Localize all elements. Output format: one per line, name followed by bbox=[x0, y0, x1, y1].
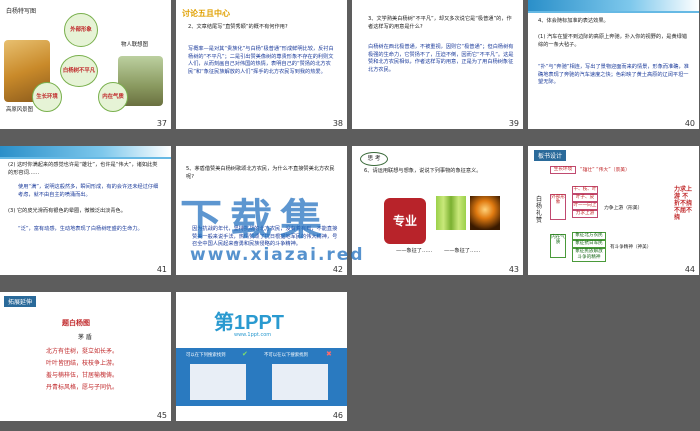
box-outer: 外部形象 bbox=[550, 194, 566, 220]
slide-number: 39 bbox=[508, 119, 519, 128]
label-grand: “雄壮” “伟大”（景美） bbox=[580, 168, 630, 173]
slide-number: 45 bbox=[156, 411, 167, 420]
slide-title: 板书设计 bbox=[534, 150, 567, 161]
slide-37[interactable]: 白杨特写图 外部形象 白杨树不平凡 生长环境 内在气质 高原风景图 物人联想图 … bbox=[0, 0, 171, 129]
label-plateau: 高原风景图 bbox=[6, 107, 33, 113]
watermark-url: www.xiazai.red bbox=[190, 245, 365, 265]
section-title: 拓展延伸 bbox=[4, 296, 37, 307]
slide-number: 44 bbox=[684, 265, 695, 274]
logo: 第1PPT bbox=[214, 312, 285, 334]
slide-39[interactable]: 3、文学熟美白杨树“不平凡”，却又多次说它是“极普通”的，作者这样写的用意是什么… bbox=[352, 0, 523, 129]
slide-46[interactable]: 第1PPT www.1ppt.com 可以在下列搜索找到 不可以在以下搜索找到 … bbox=[176, 292, 347, 421]
check-icon: ✔ bbox=[242, 350, 248, 358]
slide-number: 46 bbox=[332, 411, 343, 420]
symbol-label-1: ——象征了…… bbox=[396, 248, 433, 254]
slide-45[interactable]: 拓展延伸 题白杨图 茅 盾 北方有佳树，挺立如长矛。 叶叶皆团结，枝枝争上游。 … bbox=[0, 292, 171, 421]
poem-line-3: 羞与楠梓伍，甘居榆槐俦。 bbox=[46, 372, 119, 379]
screenshot-left bbox=[190, 364, 246, 400]
item-2: 使用“满”，说明这般然多，瞬间形成，有的会许还未经过仔细考虑，就不由自主的喷涌而… bbox=[18, 184, 159, 198]
slide-38[interactable]: 讨论五且中心 2、文章结尾写“直赞秀颖”的概不有何作用? 写概率—是对其“贵族化… bbox=[176, 0, 347, 129]
box-strive: 力求上游 bbox=[572, 210, 598, 218]
box-upward: 叶一一向上 bbox=[572, 202, 598, 210]
think-bubble: 思 考 bbox=[360, 152, 388, 166]
item-1: (1) 汽车在望不到边际的高原上奔驰，扑入你的视野的，是黄绿错综的一条大毡子。 bbox=[538, 34, 688, 48]
note-cannot: 不可以在以下搜索找到 bbox=[264, 353, 308, 358]
oval-outer-image: 外部形象 bbox=[64, 13, 98, 47]
slide-title: 白杨特写图 bbox=[6, 8, 37, 15]
box-symbol-2: 象征抗日军民 bbox=[572, 240, 606, 248]
bamboo-image bbox=[436, 196, 466, 230]
question: 6、请运用联想与想象，说说下列事物的象征意义。 bbox=[364, 168, 482, 174]
label-form: 力争上游（形美） bbox=[604, 206, 643, 211]
screenshot-right bbox=[272, 364, 328, 400]
item-3: (3) 它的皮光滑而有银色的晕圈，微微泛出淡青色。 bbox=[8, 208, 126, 214]
oval-environment: 生长环境 bbox=[32, 82, 62, 112]
slide-41[interactable]: (2) 这时你满起来的感觉也许是“雄壮”，也许是“伟大”，诸如此类的形容词…… … bbox=[0, 146, 171, 275]
poem-line-4: 丹青标风格，愿与子同仇。 bbox=[46, 384, 119, 391]
slide-number: 37 bbox=[156, 119, 167, 128]
box-symbol-1: 象征北方农民 bbox=[572, 232, 606, 240]
poem-title: 题白杨图 bbox=[62, 319, 90, 327]
poem-line-2: 叶叶皆团结，枝枝争上游。 bbox=[46, 360, 119, 367]
candle-image bbox=[470, 196, 500, 230]
poem-line-1: 北方有佳树，挺立如长矛。 bbox=[46, 348, 119, 355]
label-spirit: 有斗争精神（神美） bbox=[610, 245, 652, 250]
item-2: “扑”与“奔驰”相连，写出了景物迎面而来的情景，形象而准确，准确地表现了奔驰的汽… bbox=[538, 64, 689, 86]
slide-number: 40 bbox=[684, 119, 695, 128]
slide-number: 42 bbox=[332, 265, 343, 274]
slide-number: 38 bbox=[332, 119, 343, 128]
seal-image: 专业 bbox=[384, 198, 426, 244]
oval-temperament: 内在气质 bbox=[98, 82, 128, 112]
slide-number: 41 bbox=[156, 265, 167, 274]
poem-author: 茅 盾 bbox=[78, 334, 92, 341]
item-4: “泛”，富有动感，生动地表现了白杨树旺盛的生命力。 bbox=[18, 226, 143, 232]
box-trunk: 干、枝、叶 bbox=[572, 186, 598, 194]
answer: 写概率—是对其“贵族化”与白杨“极普通”形成鲜明比较，反衬白杨树的“不平凡”；二… bbox=[188, 46, 334, 75]
slide-title: 讨论五且中心 bbox=[182, 9, 230, 18]
vertical-title: 白杨礼赞 bbox=[536, 196, 543, 224]
cross-icon: ✖ bbox=[326, 350, 332, 358]
answer: 白杨树在西北极普通，不被重视，因则它“极普通”；但白杨树有极强的生命力，它赞扬不… bbox=[368, 44, 514, 73]
slide-40[interactable]: 4、体会随标加准的表达效果。 (1) 汽车在望不到边际的高原上奔驰，扑入你的视野… bbox=[528, 0, 699, 129]
label-association: 物人联想图 bbox=[121, 42, 148, 48]
watermark-text: 下载集 bbox=[180, 195, 331, 244]
question: 2、文章结尾写“直赞秀颖”的概不有何作用? bbox=[188, 24, 288, 30]
item-1: (2) 这时你满起来的感觉也许是“雄壮”，也许是“伟大”，诸如此类的形容词…… bbox=[8, 162, 158, 176]
banner bbox=[528, 0, 699, 13]
box-leaf: 叶子、皮 bbox=[572, 194, 598, 202]
box-symbol-3: 象征民族解放斗争的精神 bbox=[572, 248, 606, 262]
note-can: 可以在下列搜索找到 bbox=[186, 353, 226, 358]
slide-44[interactable]: 板书设计 白杨礼赞 生长环境 “雄壮” “伟大”（景美） 外部形象 干、枝、叶 … bbox=[528, 146, 699, 275]
box-inner: 内在气质 bbox=[550, 234, 566, 258]
box-environment: 生长环境 bbox=[550, 166, 576, 174]
banner bbox=[0, 146, 171, 159]
question: 3、文学熟美白杨树“不平凡”，却又多次说它是“极普通”的，作者这样写的用意是什么… bbox=[368, 16, 512, 30]
oval-center: 白杨树不平凡 bbox=[60, 55, 98, 87]
question: 5、茅盾借赞美白杨树歌颂北方农民，为什么不直接赞美北方农民呢? bbox=[186, 166, 335, 180]
slide-43[interactable]: 思 考 6、请运用联想与想象，说说下列事物的象征意义。 专业 ——象征了…… —… bbox=[352, 146, 523, 275]
symbol-label-2: ——象征了…… bbox=[444, 248, 481, 254]
site-url: www.1ppt.com bbox=[234, 332, 272, 338]
slide-number: 43 bbox=[508, 265, 519, 274]
question: 4、体会随标加准的表达效果。 bbox=[538, 18, 609, 24]
side-column: 力求上游 不折不挠 不屈不挠 bbox=[674, 186, 693, 221]
